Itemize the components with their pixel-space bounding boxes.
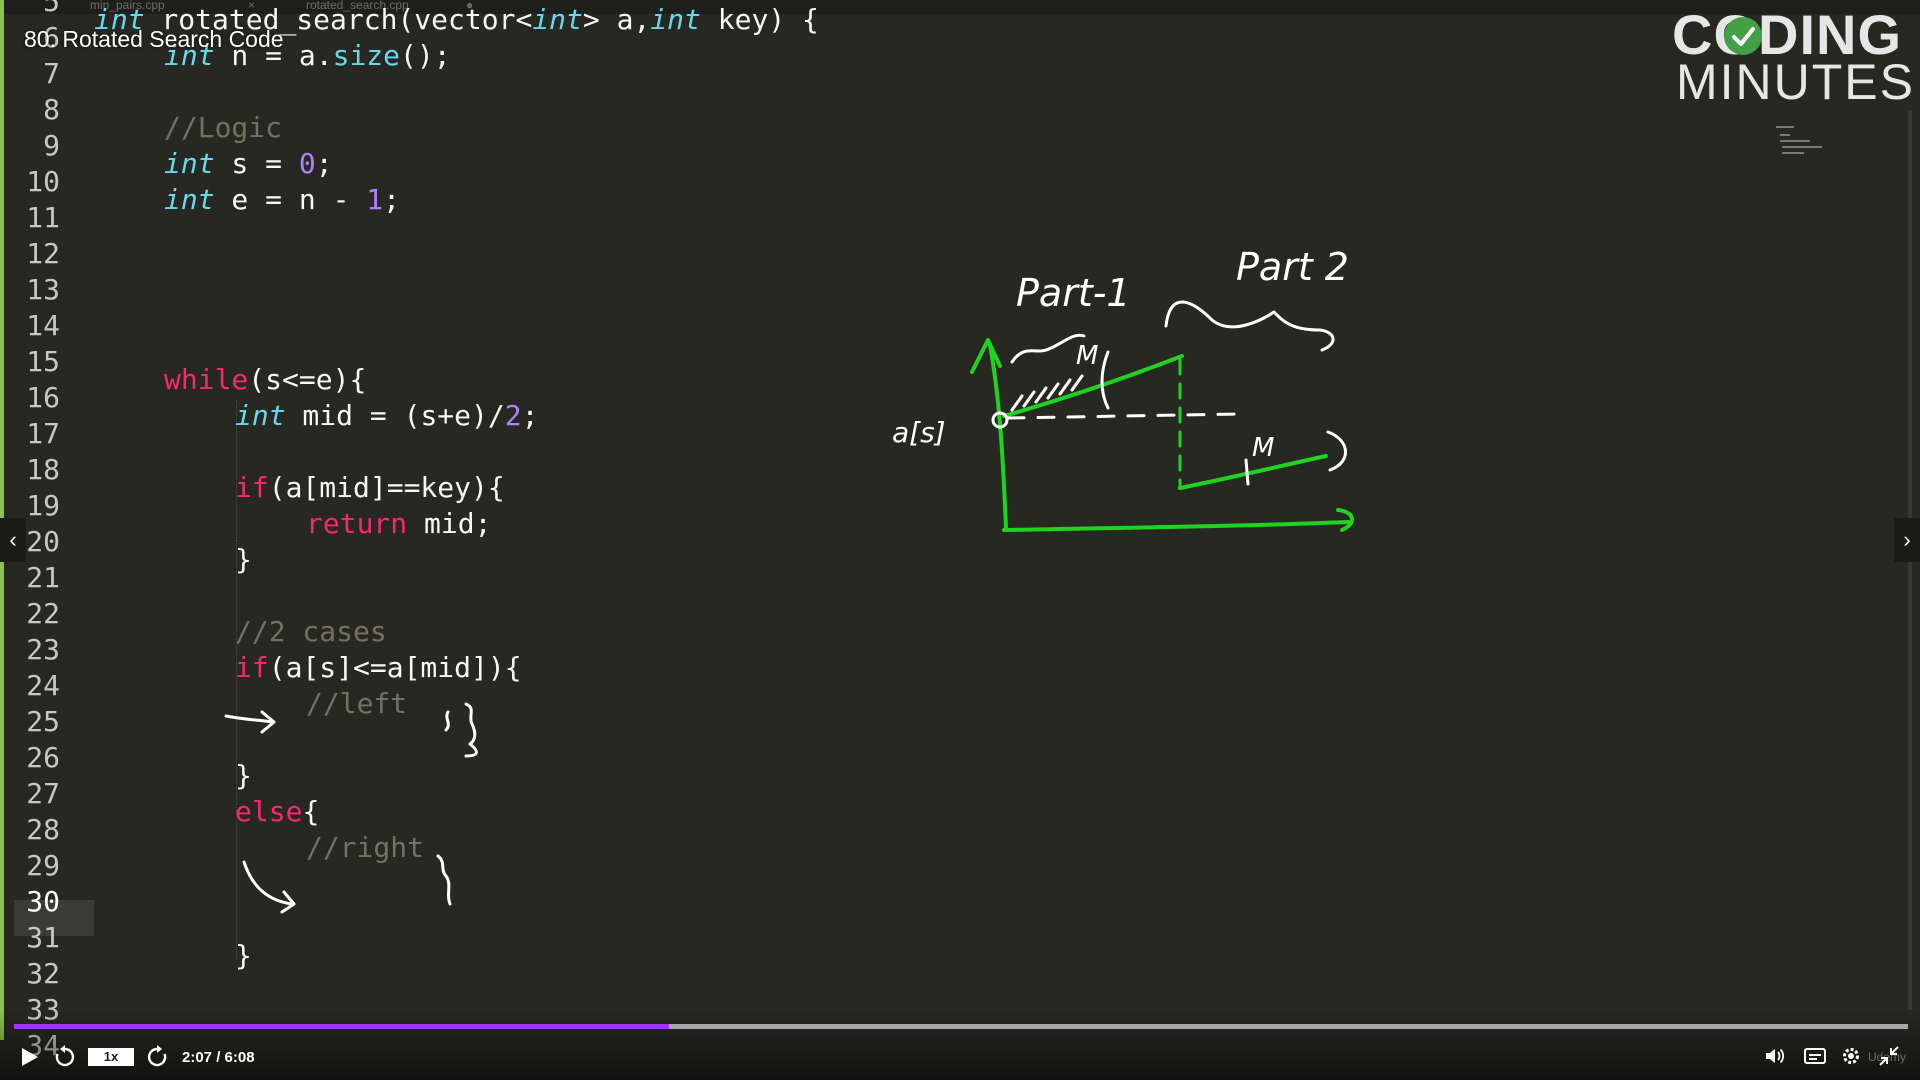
logo-check-icon	[1724, 17, 1762, 55]
editor-minimap[interactable]	[1776, 120, 1826, 160]
volume-icon	[1766, 1048, 1785, 1064]
forward-5-icon	[147, 1045, 167, 1067]
code-line-18: if(a[mid]==key){	[235, 471, 505, 504]
udemy-watermark: Udemy	[1868, 1050, 1907, 1064]
code-line-28: //right	[306, 831, 425, 864]
time-display: 2:07 / 6:08	[182, 1049, 255, 1066]
captions-icon	[1804, 1048, 1826, 1064]
code-line-23: if(a[s]<=a[mid]){	[235, 651, 522, 684]
rewind-button[interactable]	[54, 1044, 76, 1073]
code-line-24: //left	[306, 687, 408, 720]
player-controls-bar	[0, 1010, 1920, 1080]
next-lecture-button[interactable]: ›	[1894, 518, 1920, 562]
play-button[interactable]	[18, 1046, 40, 1073]
play-icon	[22, 1048, 38, 1066]
code-editor[interactable]: int rotated_search(vector<int> a,int key…	[0, 0, 1920, 1040]
code-line-20: }	[235, 543, 252, 576]
rewind-5-icon	[55, 1045, 75, 1067]
volume-button[interactable]	[1764, 1046, 1786, 1071]
video-title: 80. Rotated Search Code	[24, 26, 284, 52]
video-frame[interactable]: min_pairs.cpp × rotated_search.cpp ● 567…	[0, 0, 1920, 1080]
progress-bar-fill	[14, 1024, 670, 1029]
code-line-15: while(s<=e){	[164, 363, 367, 396]
forward-button[interactable]	[146, 1044, 168, 1073]
coding-minutes-logo: CODING MINUTES	[1672, 6, 1913, 109]
settings-button[interactable]	[1840, 1045, 1862, 1072]
code-line-22: //2 cases	[235, 615, 387, 648]
code-line-19: return mid;	[306, 507, 492, 540]
code-line-16: int mid = (s+e)/2;	[235, 399, 539, 432]
code-line-9: int s = 0;	[164, 147, 333, 180]
progress-bar[interactable]	[14, 1024, 1908, 1029]
code-line-31: }	[235, 939, 252, 972]
chevron-left-icon: ‹	[9, 527, 17, 552]
logo-text-bottom: MINUTES	[1676, 54, 1915, 110]
captions-button[interactable]	[1804, 1047, 1826, 1070]
previous-lecture-button[interactable]: ‹	[0, 518, 26, 562]
code-line-27: else{	[235, 795, 320, 828]
code-line-8: //Logic	[164, 111, 283, 144]
code-line-26: }	[235, 759, 252, 792]
playback-speed-button[interactable]: 1x	[88, 1048, 134, 1066]
code-line-10: int e = n - 1;	[164, 183, 401, 216]
chevron-right-icon: ›	[1903, 527, 1911, 552]
settings-gear-icon	[1843, 1048, 1859, 1064]
